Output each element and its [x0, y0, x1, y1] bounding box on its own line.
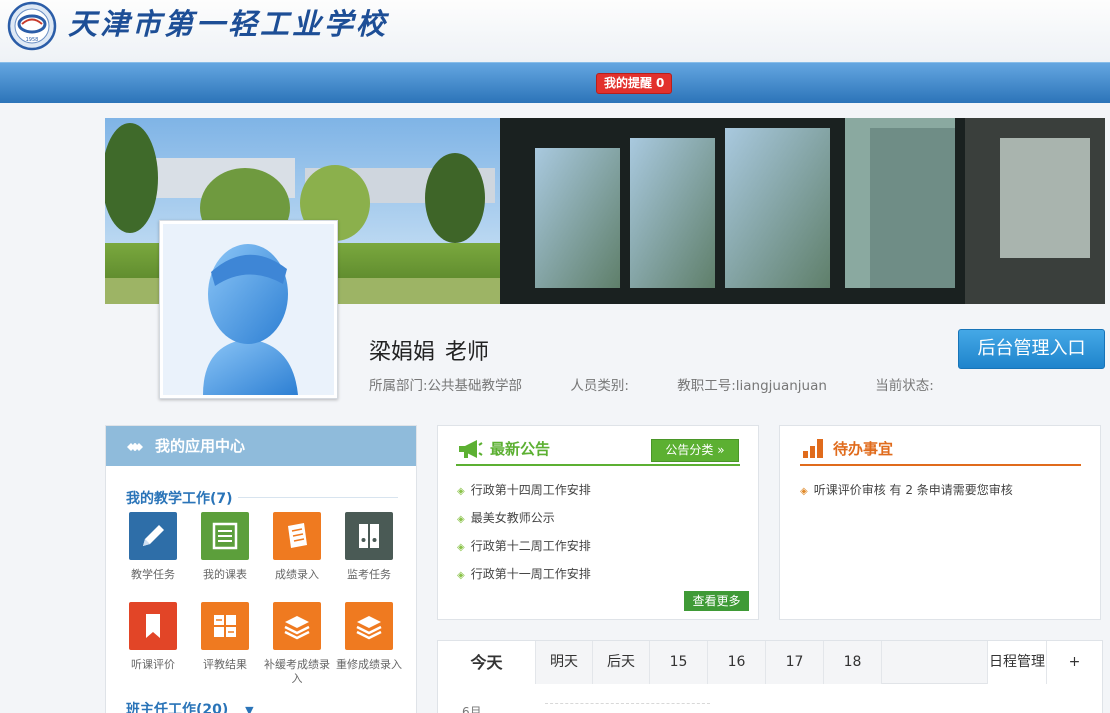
bullet-icon: ◈	[800, 486, 808, 497]
tab-day-17[interactable]: 17	[766, 641, 824, 684]
bullet-icon: ◈	[457, 570, 465, 581]
profile-meta: 所属部门:公共基础教学部 人员类别: 教职工号:liangjuanjuan 当前…	[369, 374, 978, 394]
avatar[interactable]	[159, 220, 338, 399]
teaching-work-section[interactable]: 我的教学工作(7)	[126, 488, 233, 508]
caret-down-icon[interactable]: ▼	[245, 704, 253, 713]
add-schedule-button[interactable]: +	[1047, 641, 1102, 684]
app-center-panel: 我的应用中心 我的教学工作(7) 教学任务 我的课表 成绩录入 监考任务 听课评…	[105, 425, 417, 713]
homeroom-work-section[interactable]: 班主任工作(20) ▼	[126, 699, 254, 713]
app-my-schedule[interactable]: 我的课表	[189, 512, 261, 582]
bullet-icon: ◈	[457, 514, 465, 525]
user-title: 老师	[445, 340, 490, 365]
tab-day-18[interactable]: 18	[824, 641, 882, 684]
app-teaching-eval-results[interactable]: 评教结果	[189, 602, 261, 672]
school-logo[interactable]: 1958	[4, 1, 60, 51]
tab-day-15[interactable]: 15	[650, 641, 708, 684]
stack-icon	[273, 602, 321, 650]
bullet-icon: ◈	[457, 542, 465, 553]
todo-underline	[800, 464, 1081, 466]
calendar-month-label: 6月	[462, 705, 482, 713]
app-label: 成绩录入	[275, 568, 319, 581]
department-label: 所属部门:公共基础教学部	[369, 378, 523, 394]
announcement-category-button[interactable]: 公告分类 »	[651, 439, 739, 462]
logo-year: 1958	[26, 37, 39, 43]
section-divider	[238, 497, 398, 498]
announcement-item[interactable]: ◈ 行政第十一周工作安排	[457, 565, 591, 582]
app-lecture-evaluation[interactable]: 听课评价	[117, 602, 189, 672]
tab-tomorrow[interactable]: 明天	[536, 641, 593, 684]
reminders-label: 我的提醒	[604, 76, 653, 90]
puzzle-icon	[127, 442, 143, 451]
app-makeup-exam-entry[interactable]: 补缓考成绩录入	[261, 602, 333, 686]
calendar-panel: 今天 明天 后天 15 16 17 18 日程管理 + 6月	[437, 640, 1103, 713]
app-retake-score-entry[interactable]: 重修成绩录入	[333, 602, 405, 672]
calendar-tabs: 今天 明天 后天 15 16 17 18 日程管理 +	[438, 641, 1102, 684]
my-reminders-button[interactable]: 我的提醒 0	[596, 73, 673, 94]
header: 1958 天津市第一轻工业学校	[0, 0, 1110, 62]
page: { "header": { "school_name": "天津市第一轻工业学校…	[0, 0, 1110, 713]
app-label: 监考任务	[347, 568, 391, 581]
calendar-divider	[545, 703, 710, 704]
megaphone-icon	[459, 440, 483, 458]
bullet-icon: ◈	[457, 486, 465, 497]
app-center-header: 我的应用中心	[106, 426, 416, 466]
user-name: 梁娟娟 老师	[369, 334, 489, 366]
staff-type-label: 人员类别:	[570, 378, 629, 394]
app-score-entry[interactable]: 成绩录入	[261, 512, 333, 582]
app-label: 教学任务	[131, 568, 175, 581]
announcement-item[interactable]: ◈ 最美女教师公示	[457, 509, 555, 526]
app-label: 听课评价	[131, 658, 175, 671]
todo-item[interactable]: ◈ 听课评价审核 有 2 条申请需要您审核	[800, 481, 1013, 498]
calculator-icon	[201, 602, 249, 650]
staff-id-label: 教职工号:liangjuanjuan	[677, 378, 827, 394]
reminders-count: 0	[656, 76, 665, 90]
user-name-text: 梁娟娟	[369, 340, 436, 365]
status-label: 当前状态:	[875, 378, 934, 394]
app-center-title: 我的应用中心	[155, 437, 246, 455]
app-label: 评教结果	[203, 658, 247, 671]
nav-bar: 我的提醒 0	[0, 62, 1110, 103]
score-entry-icon	[273, 512, 321, 560]
school-name: 天津市第一轻工业学校	[68, 7, 389, 41]
bar-chart-icon	[803, 439, 823, 458]
announcements-panel: 最新公告 公告分类 » ◈ 行政第十四周工作安排 ◈ 最美女教师公示 ◈ 行政第十二周…	[437, 425, 759, 620]
view-more-button[interactable]: 查看更多	[684, 591, 749, 611]
binder-icon	[345, 512, 393, 560]
app-invigilation-tasks[interactable]: 监考任务	[333, 512, 405, 582]
pencil-icon	[129, 512, 177, 560]
bookmark-icon	[129, 602, 177, 650]
announcement-item[interactable]: ◈ 行政第十二周工作安排	[457, 537, 591, 554]
app-label: 重修成绩录入	[336, 658, 402, 671]
tab-day-after[interactable]: 后天	[593, 641, 650, 684]
app-label: 补缓考成绩录入	[264, 658, 330, 685]
todo-panel: 待办事宜 ◈ 听课评价审核 有 2 条申请需要您审核	[779, 425, 1101, 620]
tab-today[interactable]: 今天	[438, 641, 536, 684]
admin-portal-button[interactable]: 后台管理入口	[958, 329, 1105, 369]
announcements-title: 最新公告	[490, 440, 551, 458]
announcement-item[interactable]: ◈ 行政第十四周工作安排	[457, 481, 591, 498]
schedule-management-button[interactable]: 日程管理	[987, 641, 1047, 684]
app-teaching-tasks[interactable]: 教学任务	[117, 512, 189, 582]
stack-icon	[345, 602, 393, 650]
schedule-icon	[201, 512, 249, 560]
app-label: 我的课表	[203, 568, 247, 581]
announcements-underline	[456, 464, 740, 466]
tab-day-16[interactable]: 16	[708, 641, 766, 684]
homeroom-section-label: 班主任工作(20)	[126, 702, 229, 713]
todo-title: 待办事宜	[833, 440, 894, 458]
